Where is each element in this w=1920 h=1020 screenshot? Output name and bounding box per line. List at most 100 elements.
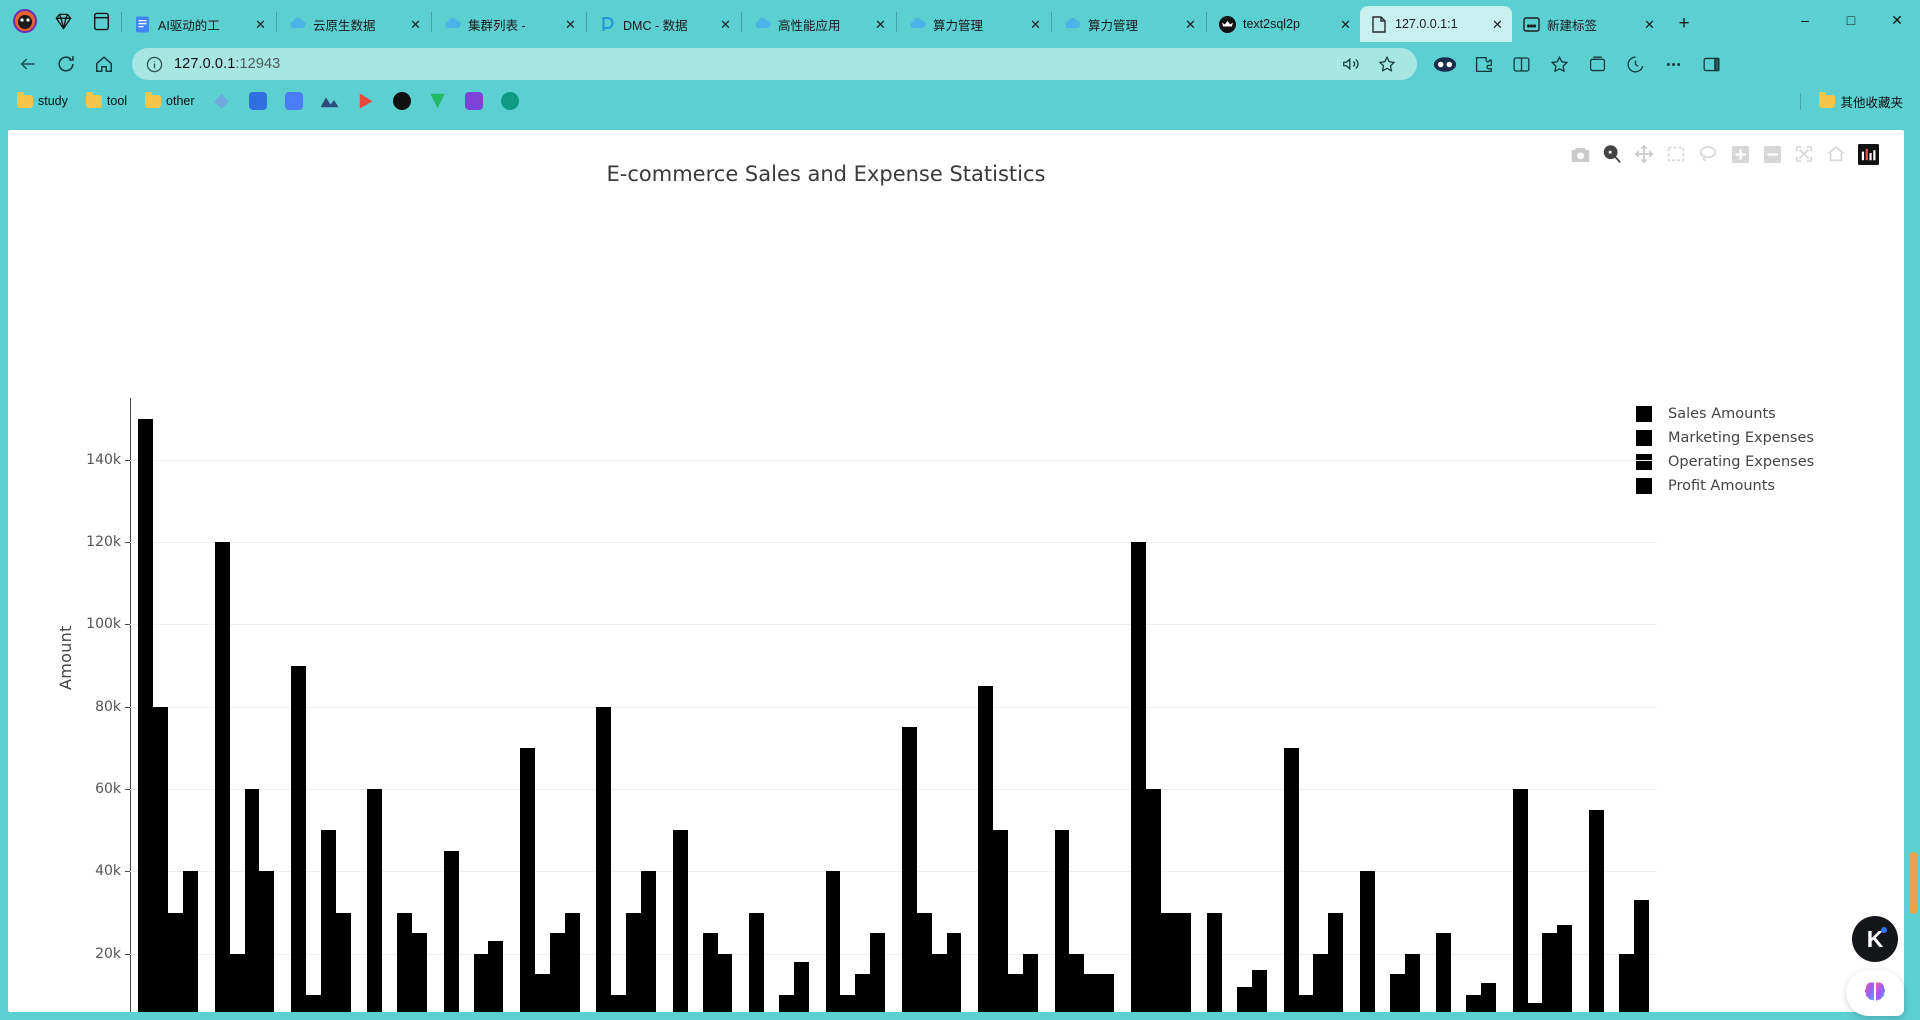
bookmark-item[interactable] <box>494 89 526 113</box>
new-tab-button[interactable]: + <box>1669 9 1699 39</box>
bar[interactable] <box>946 933 962 1012</box>
bar[interactable] <box>1237 986 1252 1012</box>
bar[interactable] <box>1436 933 1452 1012</box>
bar-group[interactable] <box>1512 398 1573 1012</box>
page-scrollbar[interactable] <box>1906 130 1920 1012</box>
bar-group[interactable] <box>443 398 504 1012</box>
copilot-icon[interactable] <box>1427 47 1463 81</box>
bar[interactable] <box>641 871 657 1012</box>
bookmark-folder-study[interactable]: study <box>10 91 75 111</box>
bookmark-item[interactable] <box>350 89 382 113</box>
bookmark-item[interactable] <box>314 89 346 113</box>
site-info-icon[interactable] <box>144 54 164 74</box>
bar-group[interactable] <box>1054 398 1115 1012</box>
bar[interactable] <box>138 418 154 1012</box>
bar[interactable] <box>520 747 536 1012</box>
plot-area[interactable]: 020k40k60k80k100k120k140k电子产品服装家居用品玩具书籍运… <box>86 398 1657 1012</box>
zoom-in-icon[interactable] <box>1728 142 1752 166</box>
legend-item[interactable]: Operating Expenses <box>1636 450 1868 474</box>
bar-group[interactable] <box>1207 398 1267 1012</box>
bar[interactable] <box>488 941 504 1012</box>
tab-close-icon[interactable]: ✕ <box>252 16 269 33</box>
home-button[interactable] <box>86 47 122 81</box>
bar-group[interactable] <box>214 398 275 1012</box>
bar[interactable] <box>1389 974 1405 1012</box>
bar[interactable] <box>1251 970 1267 1012</box>
bar[interactable] <box>1481 982 1496 1012</box>
close-window-button[interactable]: ✕ <box>1874 0 1920 40</box>
bar[interactable] <box>916 912 932 1012</box>
bar[interactable] <box>412 933 427 1012</box>
collections-icon[interactable] <box>82 2 120 40</box>
bar[interactable] <box>1054 830 1070 1012</box>
browser-tab[interactable]: 算力管理 ✕ <box>1053 6 1205 42</box>
bar[interactable] <box>320 830 336 1012</box>
bar[interactable] <box>1084 974 1100 1012</box>
browser-essentials-icon[interactable] <box>1617 47 1653 81</box>
bookmark-item[interactable] <box>242 89 274 113</box>
bar-group[interactable] <box>596 398 657 1012</box>
tab-close-icon[interactable]: ✕ <box>562 16 579 33</box>
bar-group[interactable] <box>749 398 809 1012</box>
bookmark-item[interactable] <box>206 89 238 113</box>
bar-group[interactable] <box>901 398 962 1012</box>
bar-group[interactable] <box>520 398 580 1012</box>
favorite-star-icon[interactable] <box>1369 47 1405 81</box>
bar[interactable] <box>1328 912 1344 1012</box>
plotly-logo-icon[interactable] <box>1856 142 1880 166</box>
browser-tab-active[interactable]: 127.0.0.1:1 ✕ <box>1360 6 1512 42</box>
scrollbar-thumb[interactable] <box>1909 852 1918 914</box>
bar[interactable] <box>1557 924 1573 1012</box>
bar[interactable] <box>840 994 856 1012</box>
read-aloud-icon[interactable] <box>1333 47 1369 81</box>
zoom-out-icon[interactable] <box>1760 142 1784 166</box>
tab-close-icon[interactable]: ✕ <box>1182 16 1199 33</box>
bar-group[interactable] <box>1589 398 1649 1012</box>
bar[interactable] <box>367 789 383 1012</box>
bar[interactable] <box>564 912 580 1012</box>
bar[interactable] <box>626 912 642 1012</box>
bar[interactable] <box>259 871 275 1012</box>
bar[interactable] <box>1313 953 1329 1012</box>
bar-group[interactable] <box>138 398 198 1012</box>
bar[interactable] <box>443 850 459 1012</box>
bar[interactable] <box>1130 542 1146 1012</box>
bar[interactable] <box>1359 871 1375 1012</box>
bar-group[interactable] <box>978 398 1038 1012</box>
profile-avatar[interactable] <box>6 2 44 40</box>
tab-close-icon[interactable]: ✕ <box>1641 16 1658 33</box>
bar[interactable] <box>978 686 994 1012</box>
bar[interactable] <box>549 933 565 1012</box>
bar-group[interactable] <box>825 398 886 1012</box>
bar[interactable] <box>1466 994 1482 1012</box>
legend-item[interactable]: Profit Amounts <box>1636 474 1868 498</box>
bar[interactable] <box>993 830 1009 1012</box>
browser-tab[interactable]: 集群列表 - ✕ <box>433 6 585 42</box>
bar[interactable] <box>168 912 184 1012</box>
bar[interactable] <box>1099 974 1115 1012</box>
bar[interactable] <box>1618 953 1634 1012</box>
bar[interactable] <box>153 706 169 1012</box>
bookmark-item[interactable] <box>278 89 310 113</box>
bar[interactable] <box>1160 912 1176 1012</box>
tab-close-icon[interactable]: ✕ <box>1027 16 1044 33</box>
bar[interactable] <box>1008 974 1023 1012</box>
bar[interactable] <box>1207 912 1223 1012</box>
more-options-icon[interactable] <box>1655 47 1691 81</box>
bar-group[interactable] <box>291 398 351 1012</box>
bar-group[interactable] <box>1436 398 1496 1012</box>
bar[interactable] <box>535 974 550 1012</box>
browser-tab[interactable]: 云原生数据 ✕ <box>278 6 430 42</box>
bar[interactable] <box>1298 994 1314 1012</box>
bar-group[interactable] <box>1130 398 1191 1012</box>
tab-close-icon[interactable]: ✕ <box>1337 16 1354 33</box>
bar[interactable] <box>214 542 230 1012</box>
lasso-select-icon[interactable] <box>1696 142 1720 166</box>
bar[interactable] <box>870 933 886 1012</box>
browser-tab[interactable]: 算力管理 ✕ <box>898 6 1050 42</box>
bar[interactable] <box>1145 789 1161 1012</box>
assistant-badge[interactable]: K <box>1852 916 1898 962</box>
maximize-button[interactable]: □ <box>1828 0 1874 40</box>
bar[interactable] <box>1022 953 1038 1012</box>
address-bar[interactable]: 127.0.0.1:12943 <box>132 48 1417 80</box>
